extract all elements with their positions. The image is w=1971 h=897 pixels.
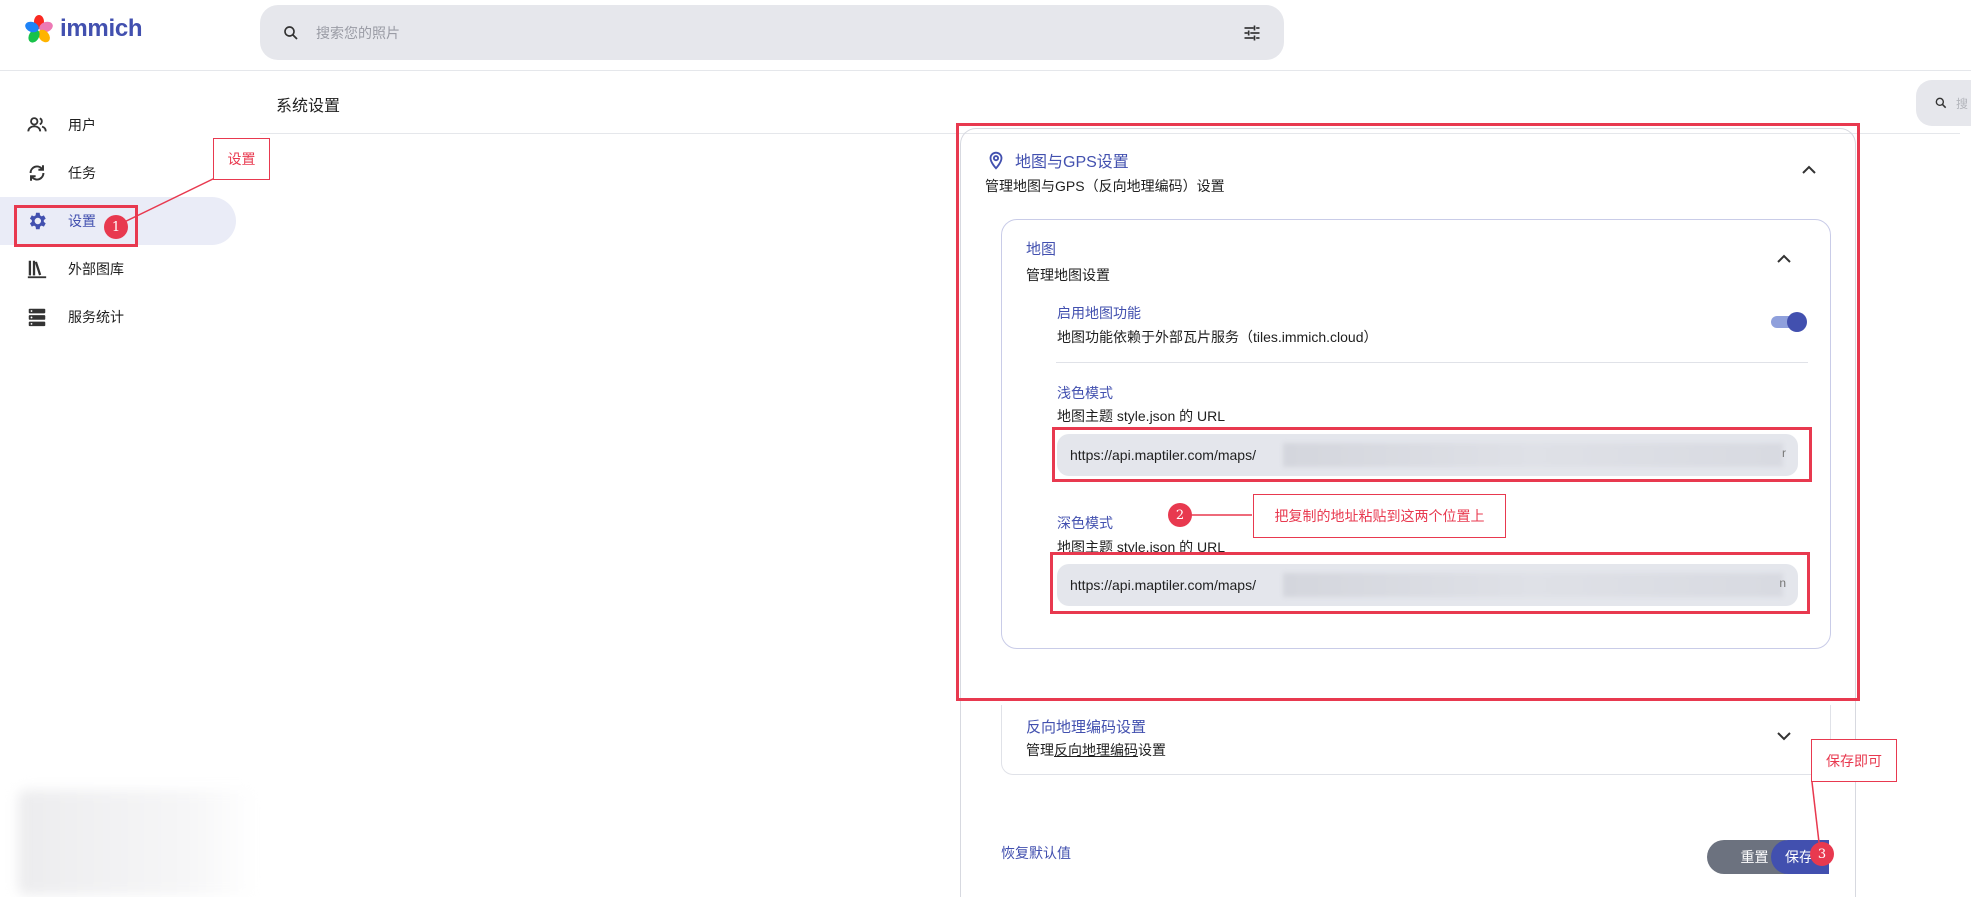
users-icon <box>27 117 47 132</box>
settings-search[interactable]: 搜 <box>1916 80 1971 126</box>
callout-save: 保存即可 <box>1811 739 1897 782</box>
tune-icon[interactable] <box>1242 23 1262 43</box>
step-badge-3: 3 <box>1810 842 1834 866</box>
app-logo[interactable]: immich <box>24 14 143 44</box>
highlight-gps-section <box>956 123 1860 701</box>
highlight-light-input <box>1052 427 1812 482</box>
header-divider <box>0 70 1971 71</box>
blurred-account-info <box>18 790 258 895</box>
sync-icon <box>29 165 45 181</box>
sidebar-item-server-stats[interactable]: 服务统计 <box>0 293 236 341</box>
immich-logo-icon <box>25 15 53 43</box>
reverse-geocoding-link[interactable]: 反向地理编码 <box>1054 742 1138 758</box>
sidebar-item-users[interactable]: 用户 <box>0 101 236 149</box>
search-bar[interactable]: 搜索您的照片 <box>260 5 1284 60</box>
app-name: immich <box>60 15 143 42</box>
step-badge-1: 1 <box>104 215 128 239</box>
sidebar-item-label: 外部图库 <box>68 261 124 277</box>
step-badge-2: 2 <box>1168 503 1192 527</box>
sidebar-item-jobs[interactable]: 任务 <box>0 149 236 197</box>
search-icon <box>1935 97 1947 109</box>
search-input[interactable]: 搜索您的照片 <box>316 23 1242 43</box>
reverse-geocoding-subtitle: 管理反向地理编码设置 <box>1026 742 1166 758</box>
sidebar-item-label: 任务 <box>68 165 96 181</box>
callout-settings: 设置 <box>213 138 270 180</box>
page-title: 系统设置 <box>276 98 341 115</box>
reverse-geocoding-title[interactable]: 反向地理编码设置 <box>1026 716 1146 737</box>
library-icon <box>27 260 47 279</box>
sidebar-item-external-library[interactable]: 外部图库 <box>0 245 236 293</box>
settings-search-placeholder: 搜 <box>1956 96 1969 111</box>
highlight-dark-input <box>1050 552 1810 614</box>
server-icon <box>28 308 46 327</box>
sidebar-item-label: 用户 <box>68 117 96 133</box>
chevron-down-icon[interactable] <box>1772 724 1796 748</box>
callout-paste-url: 把复制的地址粘贴到这两个位置上 <box>1253 494 1506 538</box>
search-icon <box>284 25 298 40</box>
restore-defaults-link[interactable]: 恢复默认值 <box>1001 843 1071 863</box>
sidebar-item-label: 服务统计 <box>68 309 124 325</box>
